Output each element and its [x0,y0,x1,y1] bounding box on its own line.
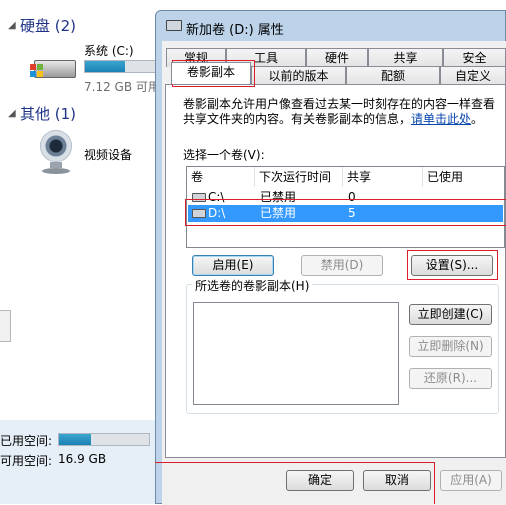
column-used[interactable]: 已使用 [423,167,504,187]
revert-button[interactable]: 还原(R)... [409,368,492,389]
tab-previous-versions[interactable]: 以前的版本 [251,66,346,85]
highlight-box-settings [407,250,498,280]
description-text-line2: 共享文件夹的内容。有关卷影副本的信息，请单击此处。 [183,110,483,127]
disable-button[interactable]: 禁用(D) [301,255,383,276]
shadow-copies-label: 所选卷的卷影副本(H) [192,277,313,294]
collapse-arrow-icon[interactable]: ◢ [8,108,16,119]
side-scroll-handle[interactable] [0,310,11,342]
webcam-icon[interactable] [36,130,76,176]
dialog-title: 新加卷 (D:) 属性 [186,23,284,38]
column-volume[interactable]: 卷 [187,167,255,187]
drive-c-name[interactable]: 系统 (C:) [84,42,134,59]
help-link[interactable]: 请单击此处 [411,112,471,126]
column-shares[interactable]: 共享 [343,167,423,187]
section-other: 其他 (1) [20,105,77,123]
tab-hardware[interactable]: 硬件 [306,48,368,67]
used-space-bar [58,433,150,446]
description-text-body: 共享文件夹的内容。有关卷影副本的信息， [183,112,412,126]
tab-security[interactable]: 安全 [443,48,506,67]
tab-quota[interactable]: 配额 [346,66,440,85]
dialog-titlebar[interactable]: 新加卷 (D:) 属性 [156,11,506,39]
used-space-label: 已用空间: [0,434,53,448]
shadow-copies-list[interactable] [193,302,399,405]
section-hard-drives: 硬盘 (2) [20,17,77,35]
highlight-box-volume [185,199,506,226]
drive-c-usage-bar [84,60,158,73]
tab-customize[interactable]: 自定义 [440,66,506,85]
description-text-end: 。 [471,112,484,126]
highlight-box-bottom [155,462,435,504]
column-next-run[interactable]: 下次运行时间 [255,167,343,187]
drive-c-free-space: 7.12 GB 可用 [84,80,160,94]
free-space-value: 16.9 GB [58,452,107,466]
delete-now-button[interactable]: 立即删除(N) [409,336,492,357]
create-now-button[interactable]: 立即创建(C) [409,304,492,325]
video-device-label[interactable]: 视频设备 [84,146,132,163]
hard-drive-icon[interactable] [30,50,76,82]
select-volume-label: 选择一个卷(V): [183,148,265,162]
apply-button[interactable]: 应用(A) [440,470,502,491]
details-pane: 已用空间: 可用空间: 16.9 GB [0,420,160,504]
drive-icon [166,20,182,31]
tab-sharing[interactable]: 共享 [368,48,443,67]
collapse-arrow-icon[interactable]: ◢ [8,20,16,31]
tab-shadow-copies[interactable]: 卷影副本 [171,62,251,84]
enable-button[interactable]: 启用(E) [192,255,274,276]
free-space-label: 可用空间: [0,454,53,468]
